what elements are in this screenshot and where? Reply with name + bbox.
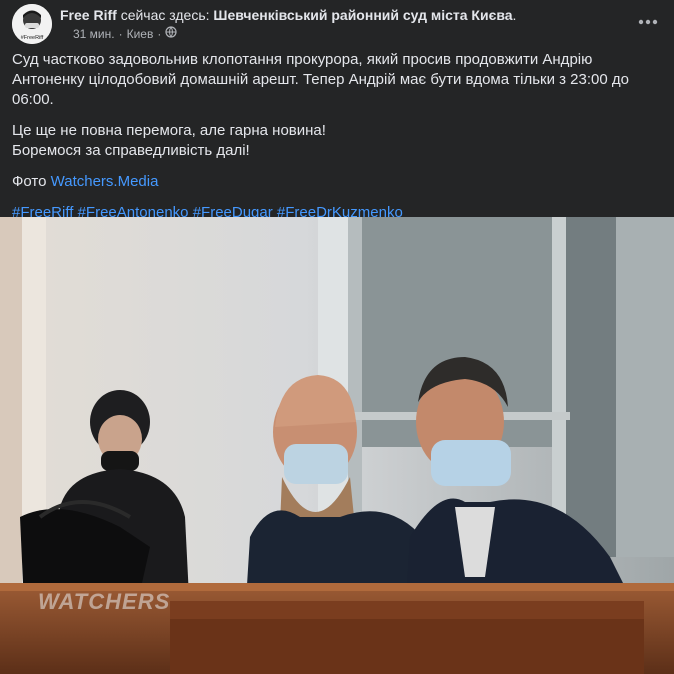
post-photo[interactable]: WATCHERS	[0, 217, 674, 674]
meta-separator: ·	[118, 27, 123, 41]
header-text: Free Riff сейчас здесь: Шевченківський р…	[60, 6, 622, 42]
photo-credit-link[interactable]: Watchers.Media	[51, 173, 159, 190]
header-title: Free Riff сейчас здесь: Шевченківський р…	[60, 6, 622, 24]
avatar[interactable]: #FreeRiff	[12, 4, 52, 44]
post-paragraph-2-line-2: Боремося за справедливість далі!	[12, 142, 250, 159]
photo-watermark: WATCHERS	[38, 589, 170, 614]
checkin-verb: сейчас здесь:	[120, 7, 210, 23]
globe-icon	[165, 26, 177, 42]
place-suffix: .	[512, 7, 517, 23]
post-paragraph-2-line-1: Це ще не повна перемога, але гарна новин…	[12, 122, 326, 139]
photo-credit-label: Фото	[12, 173, 47, 190]
post-paragraph-1: Суд частково задовольнив клопотання прок…	[12, 51, 629, 108]
more-options-icon[interactable]	[634, 8, 662, 36]
meta-separator-2: ·	[157, 27, 162, 41]
courtroom-photo: WATCHERS	[0, 217, 674, 674]
checkin-place[interactable]: Шевченківський районний суд міста Києва	[213, 7, 512, 23]
post-body: Суд частково задовольнив клопотання прок…	[12, 50, 652, 234]
post-paragraph-2: Це ще не повна перемога, але гарна новин…	[12, 121, 652, 161]
facebook-post: #FreeRiff Free Riff сейчас здесь: Шевчен…	[0, 0, 674, 674]
timestamp[interactable]: 31 мин.	[73, 26, 115, 42]
avatar-image: #FreeRiff	[12, 4, 52, 44]
location-link[interactable]: Киев	[127, 26, 154, 42]
avatar-text: #FreeRiff	[21, 35, 44, 41]
author-name[interactable]: Free Riff	[60, 7, 117, 23]
post-header: #FreeRiff Free Riff сейчас здесь: Шевчен…	[12, 4, 662, 44]
post-meta: 31 мин. · Киев ·	[60, 26, 622, 42]
photo-credit: Фото Watchers.Media	[12, 172, 652, 192]
